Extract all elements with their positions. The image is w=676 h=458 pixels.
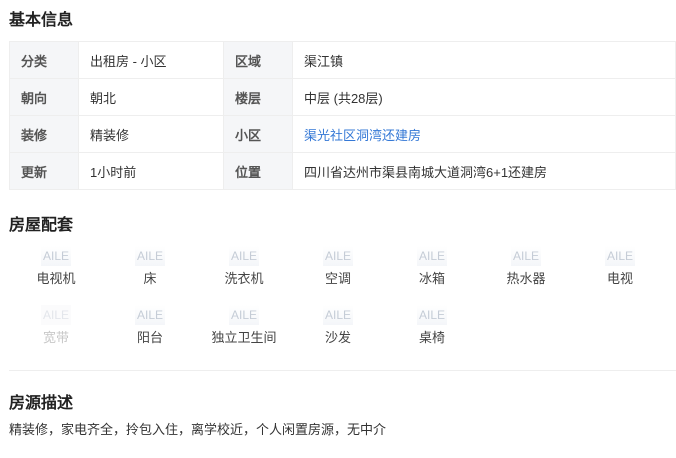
table-row: 朝向 朝北 楼层 中层 (共28层) xyxy=(9,78,676,116)
location-key: 位置 xyxy=(223,152,293,190)
amenity-fridge: AILE 冰箱 xyxy=(385,246,479,287)
orientation-key: 朝向 xyxy=(9,78,79,116)
amenity-label: 冰箱 xyxy=(418,271,445,286)
tv-icon: AILE xyxy=(41,246,71,266)
listing-details: 基本信息 分类 出租房 - 小区 区域 渠江镇 朝向 朝北 楼层 中层 (共28… xyxy=(0,0,676,458)
category-key: 分类 xyxy=(9,41,79,79)
amenity-label: 沙发 xyxy=(324,330,351,345)
description-title: 房源描述 xyxy=(9,395,74,412)
amenity-table-chair: AILE 桌椅 xyxy=(385,305,479,346)
decoration-value: 精装修 xyxy=(78,115,224,153)
table-row: 更新 1小时前 位置 四川省达州市渠县南城大道洞湾6+1还建房 xyxy=(9,152,676,190)
amenity-balcony: AILE 阳台 xyxy=(103,305,197,346)
fridge-icon: AILE xyxy=(417,246,447,266)
amenity-washing-machine: AILE 洗衣机 xyxy=(197,246,291,287)
table-row: 装修 精装修 小区 渠光社区洞湾还建房 xyxy=(9,115,676,153)
air-conditioner-icon: AILE xyxy=(323,246,353,266)
decoration-key: 装修 xyxy=(9,115,79,153)
amenity-broadband: AILE 宽带 xyxy=(9,305,103,346)
amenity-label: 电视机 xyxy=(36,271,76,286)
amenity-label: 阳台 xyxy=(136,330,163,345)
table-row: 分类 出租房 - 小区 区域 渠江镇 xyxy=(9,41,676,79)
amenity-label: 洗衣机 xyxy=(224,271,264,286)
amenity-air-conditioner: AILE 空调 xyxy=(291,246,385,287)
community-key: 小区 xyxy=(223,115,293,153)
amenity-bathroom: AILE 独立卫生间 xyxy=(197,305,291,346)
area-value: 渠江镇 xyxy=(292,41,676,79)
updated-value: 1小时前 xyxy=(78,152,224,190)
amenity-tv: AILE 电视机 xyxy=(9,246,103,287)
amenity-television: AILE 电视 xyxy=(573,246,667,287)
floor-key: 楼层 xyxy=(223,78,293,116)
television-icon: AILE xyxy=(605,246,635,266)
updated-key: 更新 xyxy=(9,152,79,190)
amenity-label: 床 xyxy=(143,271,157,286)
basic-info-table: 分类 出租房 - 小区 区域 渠江镇 朝向 朝北 楼层 中层 (共28层) 装修… xyxy=(9,41,676,190)
amenity-label: 宽带 xyxy=(42,330,69,345)
broadband-icon: AILE xyxy=(41,305,71,325)
section-divider xyxy=(9,370,676,371)
bathroom-icon: AILE xyxy=(229,305,259,325)
water-heater-icon: AILE xyxy=(511,246,541,266)
description-text: 精装修，家电齐全，拎包入住，离学校近，个人闲置房源，无中介 xyxy=(9,422,387,437)
amenity-label: 电视 xyxy=(606,271,633,286)
balcony-icon: AILE xyxy=(135,305,165,325)
area-key: 区域 xyxy=(223,41,293,79)
amenity-bed: AILE 床 xyxy=(103,246,197,287)
orientation-value: 朝北 xyxy=(78,78,224,116)
amenity-label: 空调 xyxy=(324,271,351,286)
washing-machine-icon: AILE xyxy=(229,246,259,266)
sofa-icon: AILE xyxy=(323,305,353,325)
amenity-label: 桌椅 xyxy=(418,330,445,345)
location-value: 四川省达州市渠县南城大道洞湾6+1还建房 xyxy=(292,152,676,190)
amenity-label: 热水器 xyxy=(506,271,546,286)
community-link[interactable]: 渠光社区洞湾还建房 xyxy=(292,115,676,153)
floor-value: 中层 (共28层) xyxy=(292,78,676,116)
amenity-water-heater: AILE 热水器 xyxy=(479,246,573,287)
category-value: 出租房 - 小区 xyxy=(78,41,224,79)
amenities-title: 房屋配套 xyxy=(9,217,74,234)
amenity-sofa: AILE 沙发 xyxy=(291,305,385,346)
bed-icon: AILE xyxy=(135,246,165,266)
amenity-label: 独立卫生间 xyxy=(211,330,277,345)
basic-info-title: 基本信息 xyxy=(9,12,74,29)
table-chair-icon: AILE xyxy=(417,305,447,325)
